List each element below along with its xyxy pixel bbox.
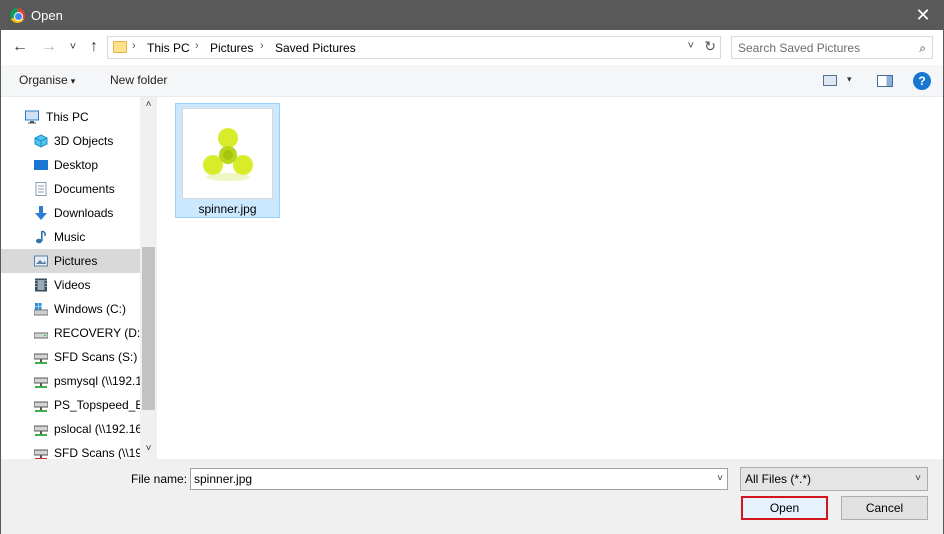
file-name-input[interactable]	[191, 469, 703, 489]
command-bar: Organise ▾ New folder ▾ ?	[1, 65, 943, 97]
open-button[interactable]: Open	[741, 496, 828, 520]
breadcrumb-this-pc[interactable]: This PC	[147, 41, 190, 55]
document-icon	[35, 182, 47, 196]
scroll-down-icon[interactable]: ˅	[140, 443, 157, 454]
organise-button[interactable]: Organise ▾	[19, 73, 75, 87]
title-bar: Open ✕	[1, 1, 943, 30]
help-icon[interactable]: ?	[913, 72, 931, 90]
sidebar-item-downloads[interactable]: Downloads	[1, 201, 140, 225]
breadcrumb-separator-icon[interactable]: ›	[260, 40, 264, 52]
network-drive-icon	[34, 377, 48, 388]
file-list: spinner.jpg	[157, 97, 943, 459]
sidebar-item-windows-c[interactable]: Windows (C:)	[1, 297, 140, 321]
sidebar-item-videos[interactable]: Videos	[1, 273, 140, 297]
chevron-down-icon[interactable]: ˅	[717, 473, 723, 484]
search-icon[interactable]: ⌕	[919, 41, 926, 56]
music-icon	[36, 230, 46, 244]
navigation-pane: This PC 3D Objects Desktop Documents Dow…	[1, 97, 157, 459]
sidebar-item-sfd-scans-s[interactable]: SFD Scans (S:)	[1, 345, 140, 369]
close-icon[interactable]: ✕	[903, 1, 943, 30]
search-input[interactable]	[732, 37, 912, 58]
network-drive-disconnected-icon	[34, 449, 48, 459]
scroll-up-icon[interactable]: ˄	[140, 99, 157, 110]
address-dropdown-icon[interactable]: ˅	[688, 40, 694, 52]
sidebar-item-label: This PC	[46, 110, 89, 124]
scrollbar-thumb[interactable]	[142, 247, 155, 410]
chrome-icon	[10, 8, 25, 23]
up-arrow-icon[interactable]: ↑	[85, 38, 103, 56]
windows-drive-icon	[34, 303, 48, 316]
sidebar-item-desktop[interactable]: Desktop	[1, 153, 140, 177]
caret-down-icon: ▾	[70, 76, 76, 86]
folder-icon	[113, 41, 127, 53]
cancel-button[interactable]: Cancel	[841, 496, 928, 520]
refresh-icon[interactable]: ↻	[704, 38, 716, 55]
network-drive-icon	[34, 401, 48, 412]
sidebar-item-ps-topspeed[interactable]: PS_Topspeed_Bi	[1, 393, 146, 417]
sidebar-item-documents[interactable]: Documents	[1, 177, 140, 201]
file-type-select[interactable]: All Files (*.*) ˅	[740, 467, 928, 491]
network-drive-icon	[34, 425, 48, 436]
sidebar-item-label: RECOVERY (D:)	[54, 326, 145, 340]
cube-icon	[34, 134, 48, 148]
breadcrumb-separator-icon[interactable]: ›	[132, 40, 136, 52]
file-item-spinner[interactable]: spinner.jpg	[175, 103, 280, 218]
preview-pane-icon[interactable]	[877, 75, 893, 87]
search-box: ⌕	[731, 36, 933, 59]
videos-icon	[35, 278, 47, 292]
file-name-label: spinner.jpg	[198, 202, 257, 216]
sidebar-item-label: pslocal (\\192.16	[54, 422, 143, 436]
sidebar-item-label: Pictures	[54, 254, 98, 268]
sidebar-item-label: Downloads	[54, 206, 114, 220]
sidebar-item-pictures[interactable]: Pictures	[1, 249, 140, 273]
drive-icon	[34, 332, 48, 339]
address-bar: ← → ˅ ↑ › This PC › Pictures › Saved Pic…	[1, 30, 943, 65]
fidget-spinner-image	[203, 128, 253, 181]
recent-locations-chevron-icon[interactable]: ˅	[64, 38, 82, 56]
network-drive-icon	[34, 353, 48, 364]
sidebar-item-label: Desktop	[54, 158, 99, 172]
change-view-icon[interactable]	[823, 75, 837, 86]
desktop-icon	[34, 160, 48, 170]
sidebar-item-label: Windows (C:)	[54, 302, 127, 316]
sidebar-item-pslocal[interactable]: pslocal (\\192.16	[1, 417, 143, 441]
forward-arrow-icon[interactable]: →	[40, 38, 58, 56]
file-name-combobox: ˅	[190, 468, 728, 490]
sidebar-item-label: psmysql (\\192.1	[54, 374, 143, 388]
breadcrumb-separator-icon[interactable]: ›	[195, 40, 199, 52]
sidebar-item-this-pc[interactable]: This PC	[1, 105, 140, 129]
sidebar-item-label: PS_Topspeed_Bi	[54, 398, 147, 412]
navigation-scrollbar[interactable]: ˄ ˅	[140, 97, 157, 459]
breadcrumb-pictures[interactable]: Pictures	[210, 41, 253, 55]
breadcrumb[interactable]: › This PC › Pictures › Saved Pictures ˅ …	[107, 36, 721, 59]
organise-label: Organise	[19, 73, 68, 87]
dialog-footer: File name: ˅ All Files (*.*) ˅ Open Canc…	[1, 459, 943, 534]
file-type-value: All Files (*.*)	[745, 472, 812, 486]
sidebar-item-music[interactable]: Music	[1, 225, 140, 249]
sidebar-item-3d-objects[interactable]: 3D Objects	[1, 129, 140, 153]
pictures-icon	[34, 255, 48, 267]
sidebar-item-label: 3D Objects	[54, 134, 114, 148]
window-title: Open	[31, 8, 63, 23]
back-arrow-icon[interactable]: ←	[11, 38, 29, 56]
open-file-dialog: Open ✕ ← → ˅ ↑ › This PC › Pictures › Sa…	[0, 0, 944, 534]
sidebar-item-label: Music	[54, 230, 86, 244]
file-name-field-label: File name:	[131, 472, 188, 486]
breadcrumb-saved-pictures[interactable]: Saved Pictures	[275, 41, 356, 55]
computer-icon	[25, 110, 39, 124]
sidebar-item-label: Documents	[54, 182, 115, 196]
sidebar-item-label: SFD Scans (\\192	[54, 446, 149, 459]
sidebar-item-psmysql[interactable]: psmysql (\\192.1	[1, 369, 143, 393]
sidebar-item-sfd-scans-network[interactable]: SFD Scans (\\192	[1, 441, 149, 459]
view-options-caret-icon[interactable]: ▾	[847, 74, 852, 85]
chevron-down-icon: ˅	[915, 473, 921, 484]
sidebar-item-label: Videos	[54, 278, 91, 292]
new-folder-button[interactable]: New folder	[110, 73, 167, 87]
sidebar-item-label: SFD Scans (S:)	[54, 350, 138, 364]
download-icon	[35, 206, 47, 220]
file-thumbnail	[182, 108, 273, 199]
sidebar-item-recovery-d[interactable]: RECOVERY (D:)	[1, 321, 144, 345]
